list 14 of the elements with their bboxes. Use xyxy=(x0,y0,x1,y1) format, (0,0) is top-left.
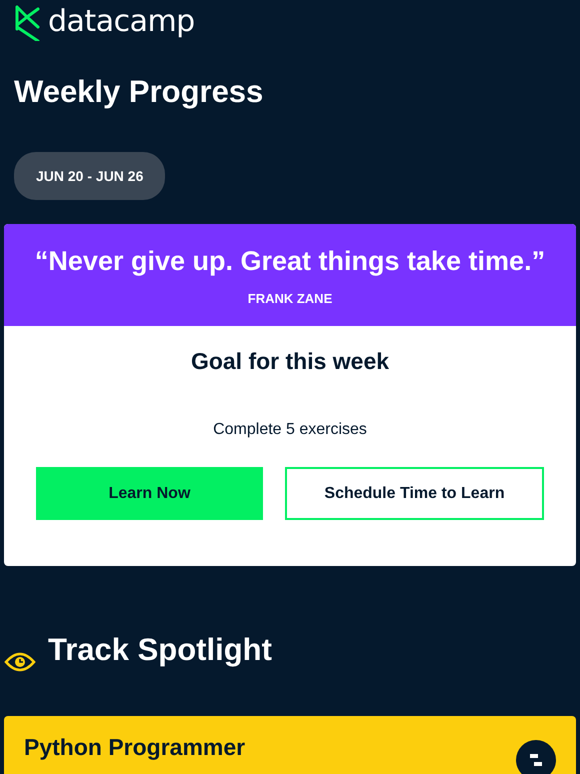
track-card[interactable]: Python Programmer xyxy=(4,716,576,774)
quote-text: “Never give up. Great things take time.” xyxy=(34,246,546,277)
page-title: Weekly Progress xyxy=(14,74,264,110)
section-title: Track Spotlight xyxy=(48,632,272,668)
goal-title: Goal for this week xyxy=(190,348,390,375)
learn-button[interactable]: Learn Now xyxy=(36,467,263,520)
date-range-pill[interactable]: JUN 20 - JUN 26 xyxy=(14,152,166,200)
schedule-button[interactable]: Schedule Time to Learn xyxy=(285,467,544,520)
logo-icon xyxy=(14,5,40,41)
track-title: Python Programmer xyxy=(24,736,246,759)
brand-name[interactable]: datacamp xyxy=(48,4,195,38)
quote-author: FRANK ZANE xyxy=(246,291,334,306)
goal-description: Complete 5 exercises xyxy=(212,421,368,439)
eye-icon xyxy=(4,650,36,674)
